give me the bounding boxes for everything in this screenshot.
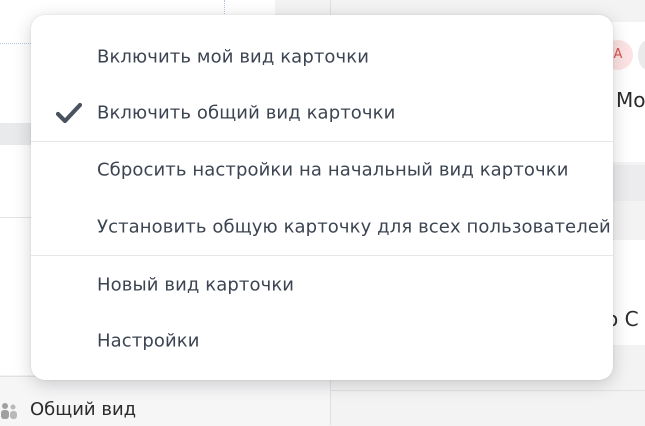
menu-item-label: Включить общий вид карточки [97, 102, 396, 124]
menu-item-label: Новый вид карточки [97, 274, 295, 296]
menu-item-label: Включить мой вид карточки [97, 46, 370, 68]
right-divider [331, 390, 645, 391]
card-view-context-menu: Включить мой вид карточки Включить общий… [31, 15, 613, 380]
users-icon [0, 400, 18, 424]
card-view-label[interactable]: Общий вид [30, 399, 136, 420]
menu-item-label: Установить общую карточку для всех польз… [97, 216, 611, 238]
menu-divider [31, 255, 613, 256]
menu-item-label: Сбросить настройки на начальный вид карт… [97, 159, 569, 181]
menu-item-enable-my-view[interactable]: Включить мой вид карточки [31, 29, 613, 85]
menu-item-settings[interactable]: Настройки [31, 313, 613, 369]
menu-item-reset-view[interactable]: Сбросить настройки на начальный вид карт… [31, 142, 613, 198]
menu-item-enable-shared-view[interactable]: Включить общий вид карточки [31, 85, 613, 141]
checkmark-icon [55, 102, 83, 124]
truncated-text-top: Мо [616, 88, 645, 112]
menu-item-label: Настройки [97, 330, 200, 352]
menu-item-new-card-view[interactable]: Новый вид карточки [31, 257, 613, 313]
menu-item-set-shared-card-for-all[interactable]: Установить общую карточку для всех польз… [31, 199, 613, 255]
